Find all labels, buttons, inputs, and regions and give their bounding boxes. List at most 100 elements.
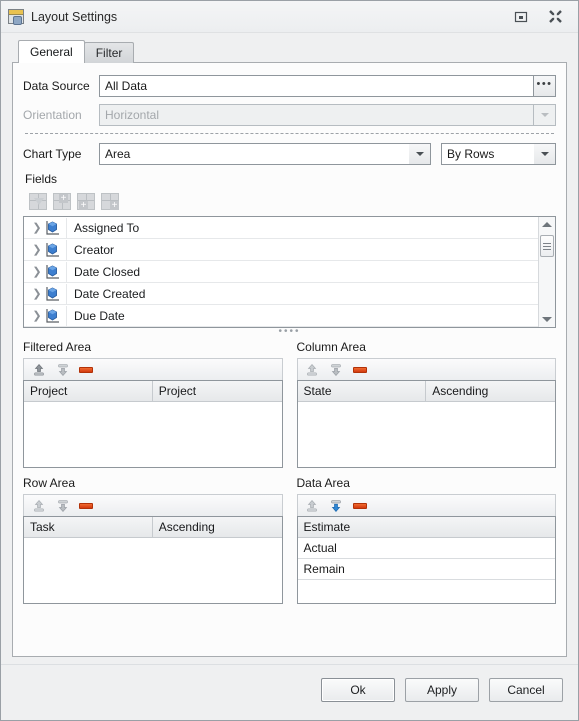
move-down-icon[interactable] <box>329 498 344 513</box>
filtered-area-title: Filtered Area <box>23 340 92 354</box>
column-area-pane: Column Area State Ascending <box>296 340 556 468</box>
column-header[interactable]: Project <box>152 381 282 402</box>
list-item-label: Assigned To <box>66 217 139 238</box>
chart-type-dropdown-button[interactable] <box>409 143 431 165</box>
aggregation-value: By Rows <box>441 143 534 165</box>
areas-grid: Filtered Area Project Project Column Are… <box>23 340 556 604</box>
table-header-row: Task Ascending <box>24 517 282 538</box>
chevron-right-icon[interactable]: ❯ <box>30 221 44 234</box>
table-row[interactable]: Remain <box>297 559 555 580</box>
chart-type-select[interactable]: Area <box>99 143 431 165</box>
column-area-grid[interactable]: State Ascending <box>296 380 556 468</box>
dimension-cube-icon <box>44 308 61 324</box>
tab-filter[interactable]: Filter <box>83 42 135 63</box>
scrollbar-track[interactable] <box>539 232 555 312</box>
tab-panel-general: Data Source All Data ••• Orientation Hor… <box>12 62 567 657</box>
list-item-label: Due Date <box>66 305 125 326</box>
move-down-icon[interactable] <box>329 362 344 377</box>
data-area-title: Data Area <box>296 476 350 490</box>
add-to-data-area-icon[interactable]: + <box>101 192 119 210</box>
window-title: Layout Settings <box>31 9 118 24</box>
layout-settings-dialog: Layout Settings General Filter Data Sour… <box>0 0 579 721</box>
form-separator <box>25 133 554 134</box>
list-item[interactable]: ❯ Due Date <box>24 305 538 327</box>
tab-general[interactable]: General <box>18 40 85 63</box>
ok-button[interactable]: Ok <box>321 677 395 702</box>
column-header[interactable]: Project <box>24 381 153 402</box>
close-window-icon[interactable] <box>546 8 564 26</box>
row-area-grid[interactable]: Task Ascending <box>23 516 283 604</box>
list-item[interactable]: ❯ Date Closed <box>24 261 538 283</box>
list-item[interactable]: ❯ Date Created <box>24 283 538 305</box>
data-area-toolbar <box>296 494 556 516</box>
fields-toolbar: + + + <box>29 190 556 212</box>
list-item[interactable]: ❯ Creator <box>24 239 538 261</box>
move-down-icon[interactable] <box>55 498 70 513</box>
fields-list[interactable]: ❯ Assigned To ❯ Creator ❯ Date Closed ❯ … <box>23 216 556 328</box>
data-source-input[interactable]: All Data <box>99 75 534 97</box>
table-header-row: State Ascending <box>297 381 555 402</box>
list-item-label: Date Closed <box>66 261 140 282</box>
aggregation-dropdown-button[interactable] <box>534 143 556 165</box>
layout-settings-icon <box>8 9 24 25</box>
table-body <box>24 402 282 467</box>
column-header[interactable]: Task <box>24 517 153 538</box>
column-header[interactable]: State <box>297 381 427 402</box>
ellipsis-icon: ••• <box>536 78 553 90</box>
add-to-column-area-icon[interactable]: + <box>53 192 71 210</box>
restore-window-icon[interactable] <box>512 8 530 26</box>
data-source-browse-button[interactable]: ••• <box>534 75 556 97</box>
chevron-right-icon[interactable]: ❯ <box>30 265 44 278</box>
move-up-icon[interactable] <box>31 362 46 377</box>
dialog-body: General Filter Data Source All Data ••• … <box>1 33 578 657</box>
dimension-cube-icon <box>44 242 61 258</box>
fields-list-scrollbar[interactable] <box>538 217 555 327</box>
move-down-icon[interactable] <box>55 362 70 377</box>
chevron-right-icon[interactable]: ❯ <box>30 243 44 256</box>
orientation-row: Orientation Horizontal <box>23 104 556 126</box>
column-header[interactable]: Estimate <box>297 517 555 538</box>
remove-field-icon[interactable] <box>352 502 367 509</box>
dimension-cube-icon <box>44 220 61 236</box>
fields-list-rows: ❯ Assigned To ❯ Creator ❯ Date Closed ❯ … <box>24 217 538 327</box>
row-area-title: Row Area <box>23 476 76 490</box>
add-to-filter-area-icon[interactable] <box>29 192 47 210</box>
remove-field-icon[interactable] <box>352 366 367 373</box>
add-to-row-area-icon[interactable]: + <box>77 192 95 210</box>
chart-type-label: Chart Type <box>23 147 82 161</box>
aggregation-select[interactable]: By Rows <box>441 143 556 165</box>
column-header[interactable]: Ascending <box>152 517 282 538</box>
chevron-down-icon <box>540 152 549 156</box>
dimension-cube-icon <box>44 286 61 302</box>
cancel-button[interactable]: Cancel <box>489 677 563 702</box>
chevron-down-icon <box>540 113 549 117</box>
orientation-input: Horizontal <box>99 104 534 126</box>
scroll-up-icon[interactable] <box>539 217 555 232</box>
data-source-label: Data Source <box>23 79 90 93</box>
move-up-icon[interactable] <box>305 498 320 513</box>
move-up-icon[interactable] <box>31 498 46 513</box>
remove-field-icon[interactable] <box>79 502 93 509</box>
table-header-row: Estimate <box>297 517 555 538</box>
scroll-down-icon[interactable] <box>539 312 555 327</box>
apply-button[interactable]: Apply <box>405 677 479 702</box>
filtered-area-grid[interactable]: Project Project <box>23 380 283 468</box>
tab-filter-label: Filter <box>95 46 123 60</box>
dialog-footer: Ok Apply Cancel <box>1 664 578 720</box>
scrollbar-thumb[interactable] <box>540 235 554 257</box>
table-header-row: Project Project <box>24 381 282 402</box>
remove-field-icon[interactable] <box>79 366 93 373</box>
title-bar: Layout Settings <box>1 1 578 33</box>
column-area-toolbar <box>296 358 556 380</box>
table-row[interactable]: Actual <box>297 538 555 559</box>
data-area-grid[interactable]: Estimate Actual Remain <box>296 516 556 604</box>
table-body <box>24 538 282 603</box>
splitter-handle[interactable]: •••• <box>23 327 556 338</box>
chart-type-row: Chart Type Area By Rows <box>23 143 556 165</box>
column-header[interactable]: Ascending <box>426 381 555 402</box>
move-up-icon[interactable] <box>305 362 320 377</box>
list-item[interactable]: ❯ Assigned To <box>24 217 538 239</box>
chevron-right-icon[interactable]: ❯ <box>30 287 44 300</box>
table-body <box>298 402 556 467</box>
chevron-right-icon[interactable]: ❯ <box>30 309 44 322</box>
